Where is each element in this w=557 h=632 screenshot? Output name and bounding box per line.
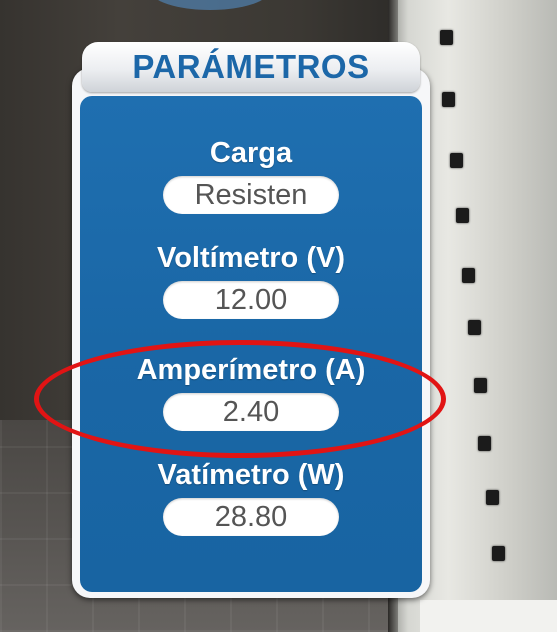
param-label-voltimetro: Voltímetro (V) xyxy=(157,242,345,274)
rack-hole xyxy=(442,92,455,107)
parameters-panel: PARÁMETROS Carga Resisten Voltímetro (V)… xyxy=(72,40,430,598)
voltimetro-field[interactable]: 12.00 xyxy=(163,281,339,319)
param-vatimetro: Vatímetro (W) 28.80 xyxy=(72,458,430,536)
param-amperimetro: Amperímetro (A) 2.40 xyxy=(72,353,430,431)
rack-hole xyxy=(492,546,505,561)
rack-hole xyxy=(474,378,487,393)
rack-hole xyxy=(440,30,453,45)
rack-hole xyxy=(468,320,481,335)
rack-hole xyxy=(450,153,463,168)
param-voltimetro: Voltímetro (V) 12.00 xyxy=(72,241,430,319)
param-label-carga: Carga xyxy=(209,137,293,169)
vatimetro-field[interactable]: 28.80 xyxy=(163,498,339,536)
panel-header: PARÁMETROS xyxy=(82,42,420,92)
carga-field[interactable]: Resisten xyxy=(163,176,339,214)
param-label-vatimetro: Vatímetro (W) xyxy=(157,459,345,491)
amperimetro-field[interactable]: 2.40 xyxy=(163,393,339,431)
rack-hole xyxy=(486,490,499,505)
background-object xyxy=(150,0,270,10)
background-floor-light xyxy=(420,600,557,632)
rack-hole xyxy=(478,436,491,451)
panel-title: PARÁMETROS xyxy=(132,48,370,85)
param-label-amperimetro: Amperímetro (A) xyxy=(136,354,366,386)
rack-hole xyxy=(456,208,469,223)
rack-hole xyxy=(462,268,475,283)
param-carga: Carga Resisten xyxy=(72,136,430,214)
